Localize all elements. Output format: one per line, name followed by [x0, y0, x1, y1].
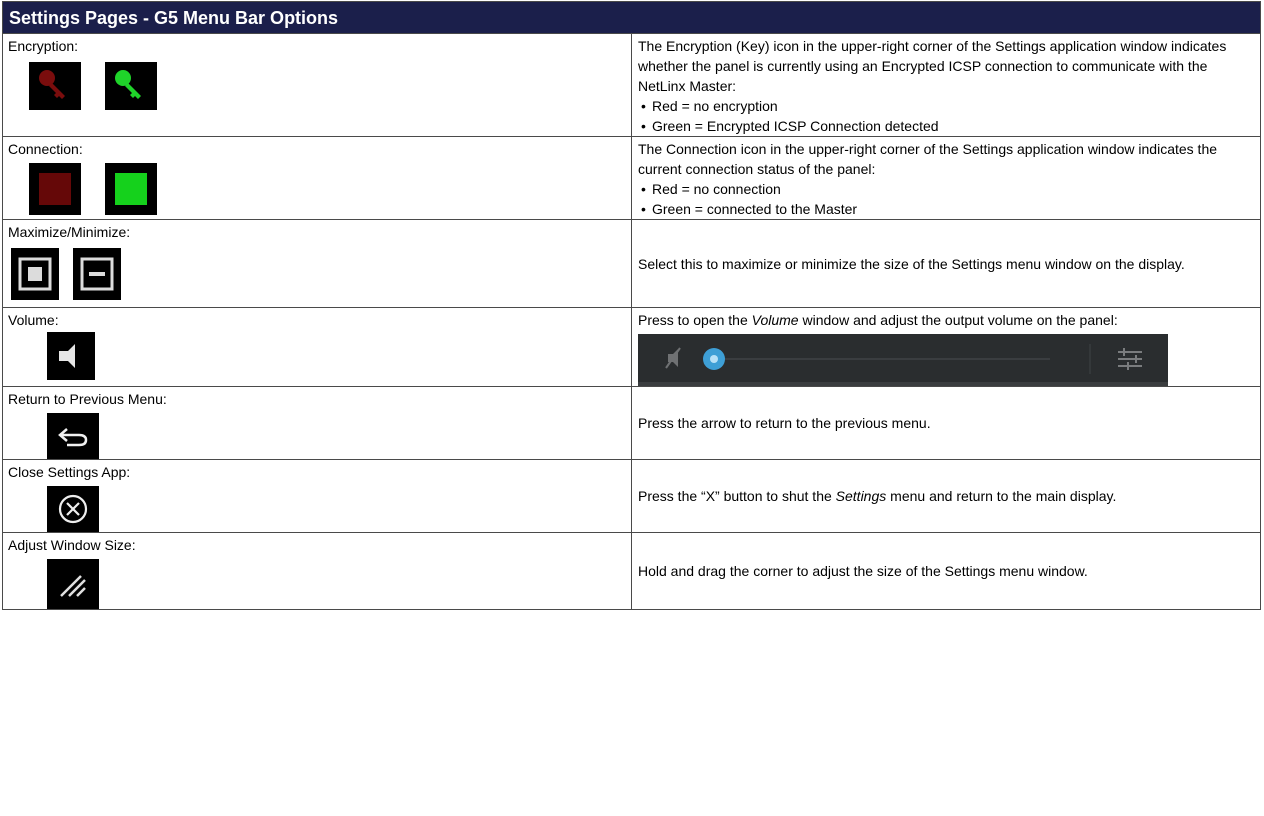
maximize-icon: [11, 248, 59, 300]
row-label-cell: Return to Previous Menu:: [2, 386, 632, 460]
desc-emphasis: Volume: [751, 312, 799, 328]
row-description: The Encryption (Key) icon in the upper-r…: [638, 38, 1227, 94]
row-description-cell: Press to open the Volume window and adju…: [631, 307, 1261, 387]
table-row: Volume: Press to open the Volume window …: [2, 307, 1261, 387]
resize-handle-icon: [47, 559, 99, 609]
row-label: Close Settings App:: [8, 464, 131, 480]
speaker-icon: [47, 332, 95, 380]
icon-group: [3, 332, 631, 380]
row-label-cell: Close Settings App:: [2, 459, 632, 533]
table-header-row: Settings Pages - G5 Menu Bar Options: [2, 1, 1261, 34]
row-description-cell: Press the arrow to return to the previou…: [631, 386, 1261, 460]
row-description: Hold and drag the corner to adjust the s…: [638, 563, 1088, 579]
row-description: The Connection icon in the upper-right c…: [638, 141, 1218, 177]
key-icon: [105, 62, 157, 110]
icon-group: [3, 486, 631, 532]
row-description-cell: Press the “X” button to shut the Setting…: [631, 459, 1261, 533]
icon-group: [3, 248, 631, 300]
row-description-cell: The Encryption (Key) icon in the upper-r…: [631, 33, 1261, 137]
connection-green-icon: [105, 163, 157, 215]
connection-red-icon: [29, 163, 81, 215]
row-description-cell: Hold and drag the corner to adjust the s…: [631, 532, 1261, 610]
row-label: Connection:: [8, 141, 83, 157]
bullet-item: Green = Encrypted ICSP Connection detect…: [638, 116, 1254, 136]
settings-table-container: Settings Pages - G5 Menu Bar Options Enc…: [2, 1, 1261, 610]
desc-text: window and adjust the output volume on t…: [798, 312, 1118, 328]
row-label-cell: Maximize/Minimize:: [2, 219, 632, 308]
row-label: Encryption:: [8, 38, 79, 54]
icon-group: [3, 559, 631, 609]
row-label-cell: Volume:: [2, 307, 632, 387]
minimize-icon: [73, 248, 121, 300]
row-description-cell: The Connection icon in the upper-right c…: [631, 136, 1261, 220]
row-description: Select this to maximize or minimize the …: [638, 255, 1185, 272]
row-description: Press the “X” button to shut the Setting…: [638, 486, 1254, 506]
table-row: Maximize/Minimize: Select this to maximi…: [2, 219, 1261, 308]
icon-group: [3, 62, 631, 110]
row-label: Adjust Window Size:: [8, 537, 136, 553]
row-description-cell: Select this to maximize or minimize the …: [631, 219, 1261, 308]
key-icon: [29, 62, 81, 110]
row-label: Volume:: [8, 312, 59, 328]
icon-group: [3, 413, 631, 459]
return-arrow-icon: [47, 413, 99, 459]
desc-text: Press to open the: [638, 312, 752, 328]
equalizer-icon: [1118, 348, 1142, 370]
close-circle-icon: [47, 486, 99, 532]
row-label: Return to Previous Menu:: [8, 391, 167, 407]
row-label-cell: Adjust Window Size:: [2, 532, 632, 610]
desc-text: Press the “X” button to shut the: [638, 488, 836, 504]
mute-icon: [665, 347, 681, 369]
bullet-list: Red = no encryption Green = Encrypted IC…: [638, 96, 1254, 136]
table-row: Connection: The Connection icon in the u…: [2, 136, 1261, 220]
row-description: Press the arrow to return to the previou…: [638, 415, 931, 431]
bullet-item: Red = no connection: [638, 179, 1254, 199]
desc-emphasis: Settings: [835, 488, 887, 504]
bullet-item: Green = connected to the Master: [638, 199, 1254, 219]
row-label: Maximize/Minimize:: [8, 224, 131, 240]
icon-group: [3, 163, 631, 215]
table-row: Close Settings App: Press the “X” button…: [2, 459, 1261, 533]
table-row: Return to Previous Menu: Press the arrow…: [2, 386, 1261, 460]
row-label-cell: Connection:: [2, 136, 632, 220]
bullet-list: Red = no connection Green = connected to…: [638, 179, 1254, 219]
menu-bar-options-table: Settings Pages - G5 Menu Bar Options Enc…: [2, 1, 1261, 610]
table-title: Settings Pages - G5 Menu Bar Options: [2, 1, 1261, 34]
row-description: Press to open the Volume window and adju…: [638, 310, 1254, 330]
table-row: Encryption: The Encryption (Key) icon in…: [2, 33, 1261, 137]
desc-text: menu and return to the main display.: [886, 488, 1117, 504]
table-row: Adjust Window Size: Hold and drag the co…: [2, 532, 1261, 610]
row-label-cell: Encryption:: [2, 33, 632, 137]
bullet-item: Red = no encryption: [638, 96, 1254, 116]
volume-slider-preview: [638, 334, 1168, 386]
